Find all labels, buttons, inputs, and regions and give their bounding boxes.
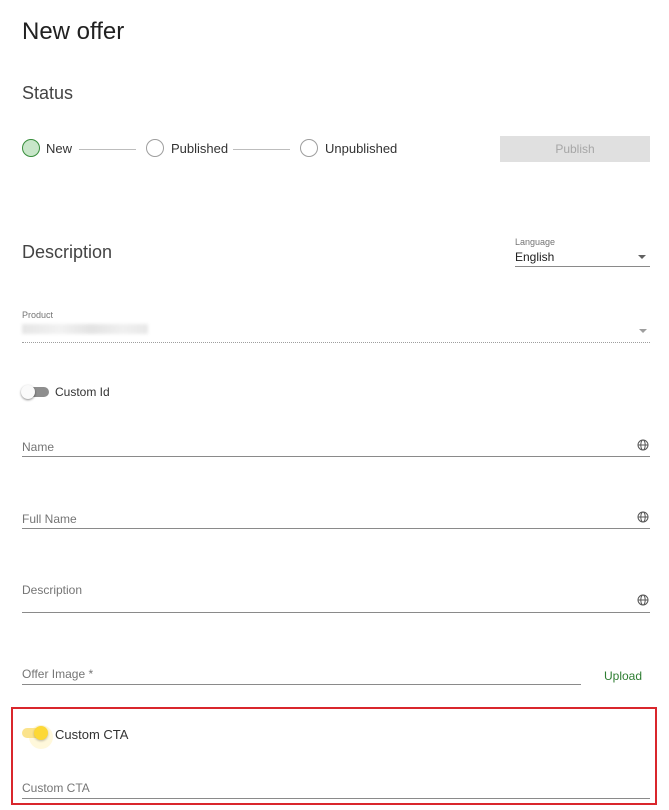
custom-cta-label: Custom CTA — [55, 727, 129, 742]
product-value-redacted — [22, 324, 148, 334]
custom-cta-placeholder: Custom CTA — [22, 781, 90, 795]
page-title: New offer — [22, 18, 125, 45]
step-new-label: New — [46, 141, 73, 156]
step-unpublished-label: Unpublished — [325, 141, 398, 156]
language-label: Language — [515, 237, 556, 247]
name-underline — [22, 456, 650, 457]
caret-down-icon — [638, 255, 646, 259]
globe-icon[interactable] — [637, 511, 649, 523]
name-placeholder: Name — [22, 440, 55, 454]
step-published-circle — [146, 139, 164, 157]
globe-icon[interactable] — [637, 439, 649, 451]
description-heading: Description — [22, 242, 113, 262]
publish-button[interactable]: Publish — [500, 136, 650, 162]
upload-button[interactable]: Upload — [604, 669, 642, 683]
step-unpublished-circle — [300, 139, 318, 157]
custom-cta-underline — [22, 798, 650, 799]
description-underline — [22, 612, 650, 613]
toggle-thumb — [21, 385, 35, 399]
globe-icon[interactable] — [637, 594, 649, 606]
full-name-placeholder: Full Name — [22, 512, 77, 526]
offer-image-placeholder: Offer Image * — [22, 667, 94, 681]
language-value: English — [515, 250, 555, 264]
toggle-thumb — [34, 726, 48, 740]
status-heading: Status — [22, 83, 74, 103]
caret-down-icon — [639, 329, 647, 333]
step-connector — [79, 149, 136, 150]
language-underline — [515, 266, 650, 267]
custom-id-label: Custom Id — [55, 385, 110, 399]
offer-image-underline — [22, 684, 581, 685]
full-name-underline — [22, 528, 650, 529]
highlight-box — [11, 707, 657, 805]
step-connector — [233, 149, 290, 150]
product-label: Product — [22, 310, 54, 320]
step-published-label: Published — [171, 141, 229, 156]
step-new-circle — [22, 139, 40, 157]
description-placeholder: Description — [22, 583, 83, 597]
product-underline — [22, 342, 650, 343]
